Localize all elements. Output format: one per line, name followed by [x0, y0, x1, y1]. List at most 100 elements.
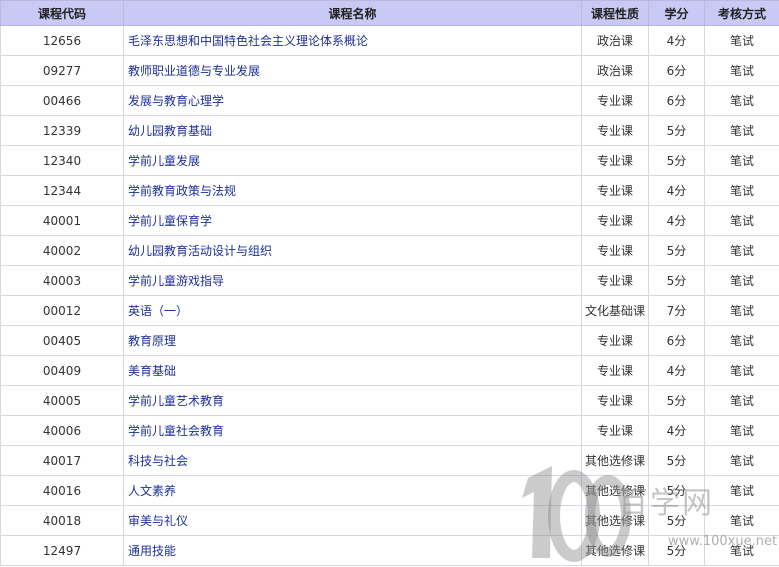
cell-credit: 5分	[648, 265, 705, 296]
cell-exam-method: 笔试	[704, 415, 779, 446]
table-row: 12340 学前儿童发展 专业课 5分 笔试	[0, 145, 779, 176]
cell-course-name[interactable]: 教育原理	[123, 325, 582, 356]
cell-course-code: 12340	[0, 145, 124, 176]
cell-exam-method: 笔试	[704, 505, 779, 536]
cell-course-name[interactable]: 美育基础	[123, 355, 582, 386]
cell-credit: 4分	[648, 175, 705, 206]
cell-course-name[interactable]: 科技与社会	[123, 445, 582, 476]
cell-credit: 7分	[648, 295, 705, 326]
cell-course-type: 专业课	[581, 325, 649, 356]
cell-course-type: 专业课	[581, 145, 649, 176]
cell-course-name[interactable]: 学前儿童艺术教育	[123, 385, 582, 416]
cell-credit: 6分	[648, 325, 705, 356]
cell-course-type: 政治课	[581, 55, 649, 86]
cell-credit: 4分	[648, 355, 705, 386]
cell-exam-method: 笔试	[704, 325, 779, 356]
watermark-logo-text: 百学网	[618, 486, 714, 521]
table-row: 12656 毛泽东思想和中国特色社会主义理论体系概论 政治课 4分 笔试	[0, 25, 779, 56]
cell-exam-method: 笔试	[704, 25, 779, 56]
watermark-url: www.100xue.net	[668, 534, 778, 549]
cell-course-code: 40005	[0, 385, 124, 416]
cell-course-type: 专业课	[581, 385, 649, 416]
cell-course-name[interactable]: 发展与教育心理学	[123, 85, 582, 116]
cell-course-code: 40001	[0, 205, 124, 236]
cell-credit: 6分	[648, 85, 705, 116]
table-header-row: 课程代码 课程名称 课程性质 学分 考核方式	[0, 0, 779, 26]
cell-course-type: 专业课	[581, 415, 649, 446]
cell-course-type: 专业课	[581, 205, 649, 236]
cell-course-code: 12344	[0, 175, 124, 206]
table-row: 12497 通用技能 其他选修课 5分 笔试	[0, 535, 779, 566]
cell-course-code: 00405	[0, 325, 124, 356]
cell-credit: 5分	[648, 445, 705, 476]
header-course-type: 课程性质	[581, 0, 649, 26]
table-row: 40005 学前儿童艺术教育 专业课 5分 笔试	[0, 385, 779, 416]
cell-course-type: 专业课	[581, 235, 649, 266]
cell-exam-method: 笔试	[704, 355, 779, 386]
cell-course-code: 12339	[0, 115, 124, 146]
cell-course-code: 12497	[0, 535, 124, 566]
cell-credit: 5分	[648, 385, 705, 416]
cell-course-type: 其他选修课	[581, 445, 649, 476]
cell-exam-method: 笔试	[704, 235, 779, 266]
table-row: 40006 学前儿童社会教育 专业课 4分 笔试	[0, 415, 779, 446]
table-row: 40002 幼儿园教育活动设计与组织 专业课 5分 笔试	[0, 235, 779, 266]
cell-course-name[interactable]: 英语（一）	[123, 295, 582, 326]
table-row: 40003 学前儿童游戏指导 专业课 5分 笔试	[0, 265, 779, 296]
cell-course-name[interactable]: 学前儿童社会教育	[123, 415, 582, 446]
cell-credit: 5分	[648, 235, 705, 266]
cell-course-code: 40017	[0, 445, 124, 476]
cell-exam-method: 笔试	[704, 115, 779, 146]
cell-course-code: 40018	[0, 505, 124, 536]
cell-course-code: 00466	[0, 85, 124, 116]
cell-course-name[interactable]: 通用技能	[123, 535, 582, 566]
cell-credit: 5分	[648, 145, 705, 176]
cell-course-type: 专业课	[581, 85, 649, 116]
cell-course-code: 40016	[0, 475, 124, 506]
cell-exam-method: 笔试	[704, 475, 779, 506]
table-row: 40001 学前儿童保育学 专业课 4分 笔试	[0, 205, 779, 236]
header-credit: 学分	[648, 0, 705, 26]
cell-course-code: 00409	[0, 355, 124, 386]
cell-exam-method: 笔试	[704, 205, 779, 236]
cell-course-type: 专业课	[581, 175, 649, 206]
cell-credit: 6分	[648, 55, 705, 86]
cell-exam-method: 笔试	[704, 175, 779, 206]
cell-exam-method: 笔试	[704, 295, 779, 326]
cell-course-name[interactable]: 审美与礼仪	[123, 505, 582, 536]
cell-course-name[interactable]: 学前教育政策与法规	[123, 175, 582, 206]
header-course-name: 课程名称	[123, 0, 582, 26]
header-course-code: 课程代码	[0, 0, 124, 26]
cell-course-name[interactable]: 学前儿童保育学	[123, 205, 582, 236]
cell-course-code: 12656	[0, 25, 124, 56]
cell-course-type: 其他选修课	[581, 535, 649, 566]
table-row: 12339 幼儿园教育基础 专业课 5分 笔试	[0, 115, 779, 146]
cell-course-name[interactable]: 学前儿童游戏指导	[123, 265, 582, 296]
table-row: 00012 英语（一） 文化基础课 7分 笔试	[0, 295, 779, 326]
cell-course-code: 40006	[0, 415, 124, 446]
cell-course-name[interactable]: 学前儿童发展	[123, 145, 582, 176]
table-row: 00466 发展与教育心理学 专业课 6分 笔试	[0, 85, 779, 116]
header-exam-method: 考核方式	[704, 0, 779, 26]
cell-credit: 4分	[648, 25, 705, 56]
cell-exam-method: 笔试	[704, 265, 779, 296]
table-row: 09277 教师职业道德与专业发展 政治课 6分 笔试	[0, 55, 779, 86]
cell-credit: 4分	[648, 415, 705, 446]
cell-exam-method: 笔试	[704, 145, 779, 176]
cell-exam-method: 笔试	[704, 445, 779, 476]
cell-course-type: 专业课	[581, 265, 649, 296]
cell-exam-method: 笔试	[704, 85, 779, 116]
table-row: 12344 学前教育政策与法规 专业课 4分 笔试	[0, 175, 779, 206]
cell-course-code: 40003	[0, 265, 124, 296]
cell-course-name[interactable]: 幼儿园教育活动设计与组织	[123, 235, 582, 266]
cell-course-code: 09277	[0, 55, 124, 86]
cell-course-code: 00012	[0, 295, 124, 326]
cell-course-name[interactable]: 幼儿园教育基础	[123, 115, 582, 146]
cell-credit: 5分	[648, 115, 705, 146]
cell-course-type: 专业课	[581, 115, 649, 146]
cell-course-type: 专业课	[581, 355, 649, 386]
cell-course-code: 40002	[0, 235, 124, 266]
cell-course-name[interactable]: 毛泽东思想和中国特色社会主义理论体系概论	[123, 25, 582, 56]
cell-course-name[interactable]: 教师职业道德与专业发展	[123, 55, 582, 86]
cell-course-name[interactable]: 人文素养	[123, 475, 582, 506]
